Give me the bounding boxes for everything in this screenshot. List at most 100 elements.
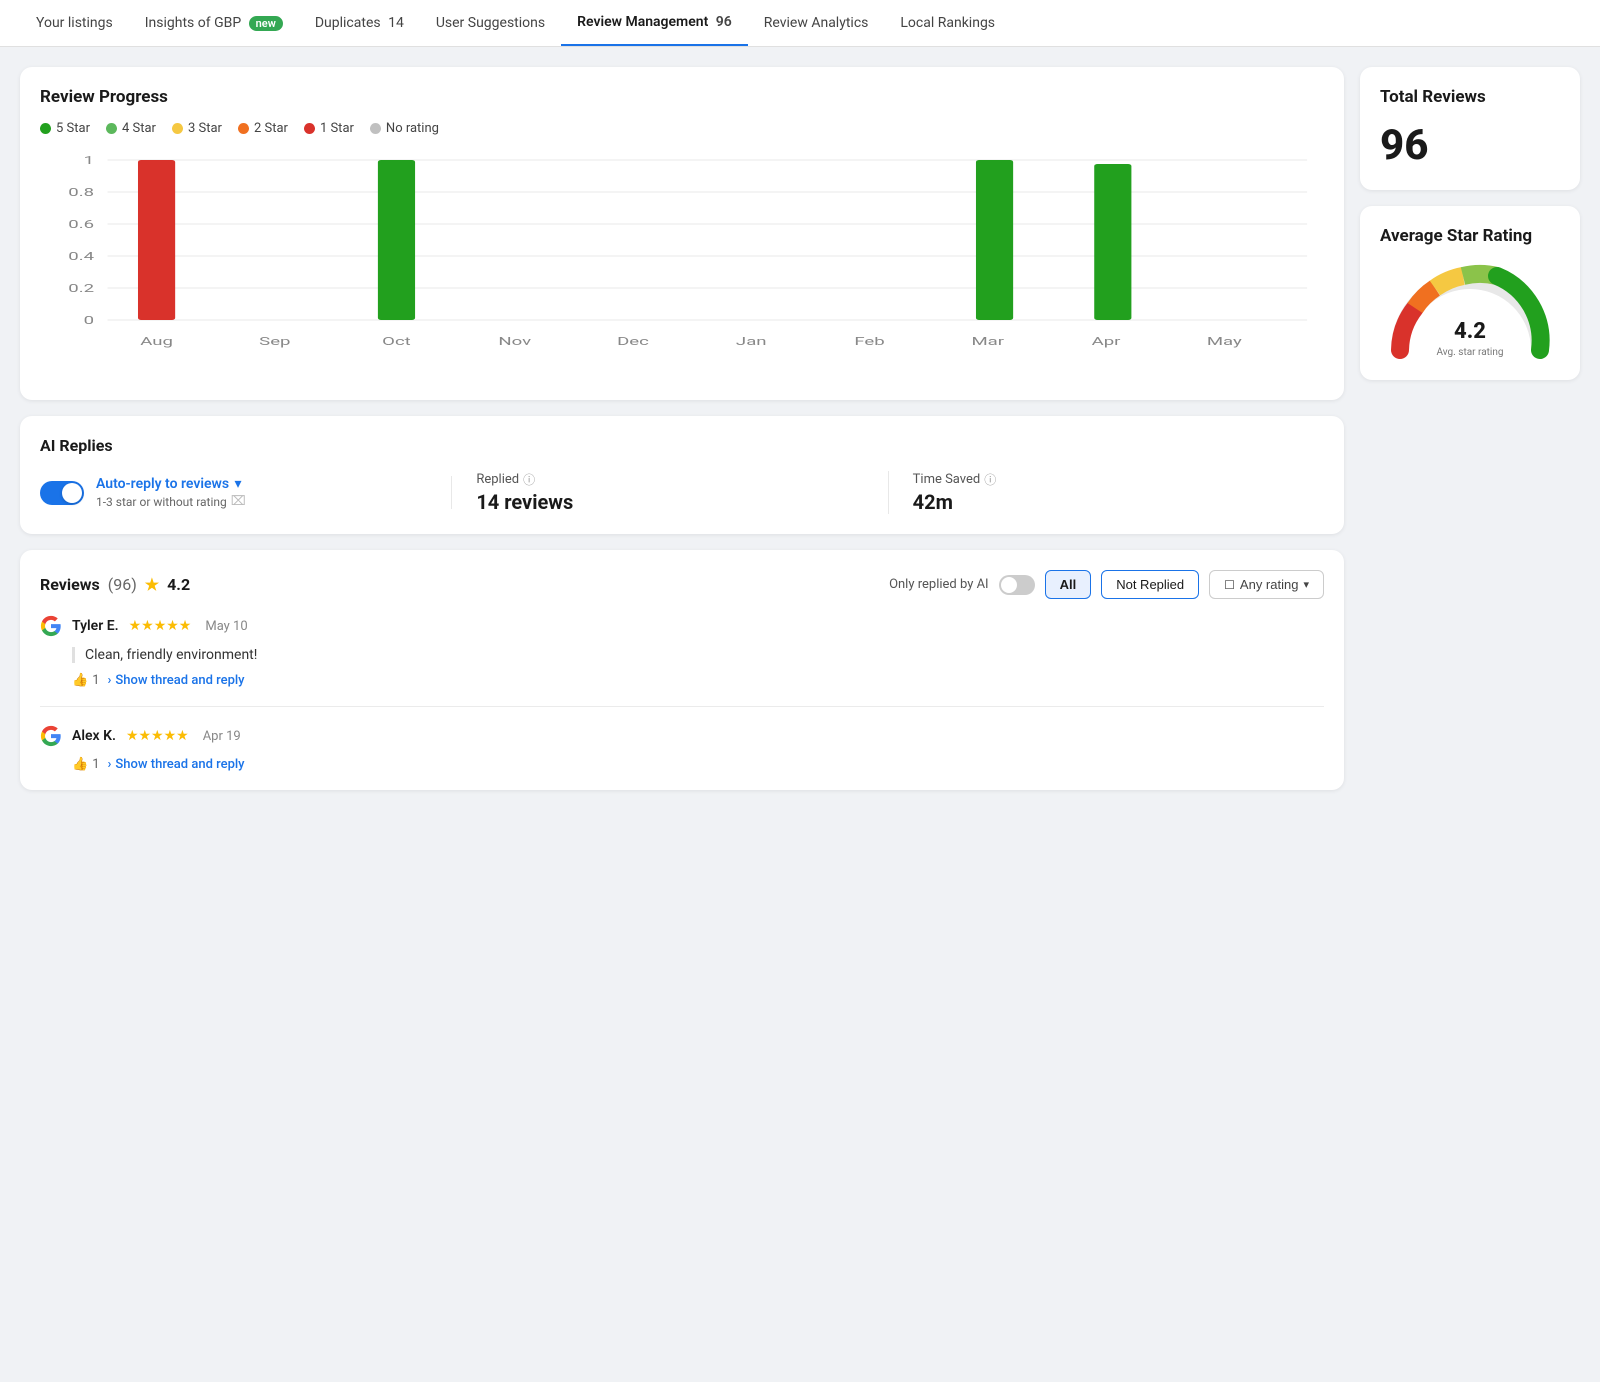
avg-star-rating-card: Average Star Rating 4.2 bbox=[1360, 206, 1580, 380]
nav-duplicates[interactable]: Duplicates 14 bbox=[299, 1, 420, 45]
thumb-count: 👍 1 bbox=[72, 757, 100, 772]
new-badge: new bbox=[249, 16, 283, 31]
chevron-down-icon: ▾ bbox=[235, 476, 242, 492]
dot-1star bbox=[304, 123, 315, 134]
thumbs-up-icon: 👍 bbox=[72, 757, 88, 772]
time-saved-info-icon[interactable]: ⓘ bbox=[984, 471, 996, 488]
svg-text:4.2: 4.2 bbox=[1454, 319, 1486, 344]
gauge-svg: 4.2 Avg. star rating bbox=[1385, 260, 1555, 360]
main-content: Review Progress 5 Star 4 Star 3 Star 2 S… bbox=[0, 47, 1600, 810]
thumb-count: 👍 1 bbox=[72, 673, 100, 688]
svg-text:Jan: Jan bbox=[736, 335, 767, 348]
time-saved-value: 42m bbox=[913, 490, 1300, 514]
legend-2star: 2 Star bbox=[238, 121, 288, 136]
nav-your-listings[interactable]: Your listings bbox=[20, 1, 129, 45]
only-ai-label: Only replied by AI bbox=[889, 577, 989, 592]
nav-review-analytics[interactable]: Review Analytics bbox=[748, 1, 885, 45]
ai-replies-card: AI Replies Auto-reply to reviews ▾ 1-3 s… bbox=[20, 416, 1344, 534]
legend-5star: 5 Star bbox=[40, 121, 90, 136]
ai-stats-row: Auto-reply to reviews ▾ 1-3 star or with… bbox=[40, 471, 1324, 514]
reviews-card: Reviews (96) ★ 4.2 Only replied by AI Al… bbox=[20, 550, 1344, 790]
review-actions: 👍 1 › Show thread and reply bbox=[72, 673, 1324, 688]
review-item: Tyler E. ★★★★★ May 10 Clean, friendly en… bbox=[40, 615, 1324, 706]
filter-rating-icon: ☐ bbox=[1224, 578, 1235, 592]
auto-reply-info: Auto-reply to reviews ▾ 1-3 star or with… bbox=[96, 476, 246, 509]
ai-toggle-section: Auto-reply to reviews ▾ 1-3 star or with… bbox=[40, 476, 452, 509]
svg-text:Sep: Sep bbox=[259, 335, 290, 348]
bar-aug bbox=[138, 160, 175, 320]
svg-text:Oct: Oct bbox=[382, 335, 411, 348]
total-reviews-value: 96 bbox=[1380, 121, 1560, 170]
svg-text:0: 0 bbox=[84, 314, 94, 327]
filter-any-rating-button[interactable]: ☐ Any rating ▾ bbox=[1209, 570, 1324, 599]
filter-not-replied-button[interactable]: Not Replied bbox=[1101, 570, 1199, 599]
google-icon bbox=[40, 615, 62, 637]
dot-2star bbox=[238, 123, 249, 134]
chevron-down-icon: ▾ bbox=[1303, 578, 1309, 591]
review-management-count: 96 bbox=[716, 14, 732, 30]
svg-text:0.6: 0.6 bbox=[68, 218, 94, 231]
dot-5star bbox=[40, 123, 51, 134]
nav-local-rankings[interactable]: Local Rankings bbox=[884, 1, 1011, 45]
auto-reply-toggle[interactable] bbox=[40, 481, 84, 505]
replied-stat: Replied ⓘ 14 reviews bbox=[452, 471, 888, 514]
review-item: Alex K. ★★★★★ Apr 19 👍 1 › Show thread a… bbox=[40, 706, 1324, 790]
nav-user-suggestions[interactable]: User Suggestions bbox=[420, 1, 561, 45]
review-progress-title: Review Progress bbox=[40, 87, 1324, 107]
reviews-filter-row: Only replied by AI All Not Replied ☐ Any… bbox=[889, 570, 1324, 599]
duplicates-count: 14 bbox=[388, 15, 404, 31]
review-date: May 10 bbox=[205, 619, 247, 634]
total-reviews-card: Total Reviews 96 bbox=[1360, 67, 1580, 190]
reviews-avg-rating: 4.2 bbox=[167, 575, 190, 594]
reviewer-row: Tyler E. ★★★★★ May 10 bbox=[40, 615, 1324, 637]
dot-norating bbox=[370, 123, 381, 134]
legend-3star: 3 Star bbox=[172, 121, 222, 136]
review-stars: ★★★★★ bbox=[126, 728, 189, 744]
chevron-right-icon: › bbox=[108, 673, 112, 688]
svg-text:0.4: 0.4 bbox=[68, 250, 94, 263]
review-stars: ★★★★★ bbox=[129, 618, 192, 634]
google-icon bbox=[40, 725, 62, 747]
dot-4star bbox=[106, 123, 117, 134]
svg-text:Aug: Aug bbox=[140, 335, 173, 348]
replied-info-icon[interactable]: ⓘ bbox=[523, 471, 535, 488]
bar-oct bbox=[378, 160, 415, 320]
gauge-container: 4.2 Avg. star rating bbox=[1380, 260, 1560, 360]
svg-text:Apr: Apr bbox=[1092, 335, 1121, 348]
review-text: Clean, friendly environment! bbox=[72, 647, 1324, 663]
svg-text:0.2: 0.2 bbox=[68, 282, 94, 295]
only-ai-toggle-knob bbox=[1001, 577, 1017, 593]
svg-text:Feb: Feb bbox=[854, 335, 884, 348]
reviews-count: (96) bbox=[108, 575, 137, 594]
svg-text:Dec: Dec bbox=[617, 335, 649, 348]
bar-mar bbox=[976, 160, 1013, 320]
review-date: Apr 19 bbox=[203, 729, 241, 744]
show-thread-button[interactable]: › Show thread and reply bbox=[108, 673, 245, 688]
chart-legend: 5 Star 4 Star 3 Star 2 Star 1 Star bbox=[40, 121, 1324, 136]
reviews-star-icon: ★ bbox=[145, 575, 159, 594]
feedback-icon: ⌧ bbox=[231, 494, 246, 509]
left-column: Review Progress 5 Star 4 Star 3 Star 2 S… bbox=[20, 67, 1344, 790]
chart-svg: 1 0.8 0.6 0.4 0.2 0 Aug Sep Oct bbox=[40, 150, 1324, 380]
total-reviews-title: Total Reviews bbox=[1380, 87, 1560, 107]
reviewer-name: Tyler E. bbox=[72, 618, 119, 634]
top-navigation: Your listings Insights of GBP new Duplic… bbox=[0, 0, 1600, 47]
time-saved-stat: Time Saved ⓘ 42m bbox=[889, 471, 1324, 514]
show-thread-button[interactable]: › Show thread and reply bbox=[108, 757, 245, 772]
review-progress-card: Review Progress 5 Star 4 Star 3 Star 2 S… bbox=[20, 67, 1344, 400]
svg-text:Avg. star rating: Avg. star rating bbox=[1436, 347, 1503, 358]
reviews-header: Reviews (96) ★ 4.2 Only replied by AI Al… bbox=[40, 570, 1324, 599]
ai-replies-title: AI Replies bbox=[40, 436, 1324, 455]
legend-1star: 1 Star bbox=[304, 121, 354, 136]
reviews-list: Tyler E. ★★★★★ May 10 Clean, friendly en… bbox=[40, 615, 1324, 790]
bar-apr bbox=[1094, 164, 1131, 320]
reviewer-name: Alex K. bbox=[72, 728, 116, 744]
filter-all-button[interactable]: All bbox=[1045, 570, 1092, 599]
svg-text:May: May bbox=[1207, 335, 1243, 348]
nav-insights-gbp[interactable]: Insights of GBP new bbox=[129, 1, 299, 45]
nav-review-management[interactable]: Review Management 96 bbox=[561, 0, 748, 46]
only-ai-toggle[interactable] bbox=[999, 575, 1035, 595]
auto-reply-label[interactable]: Auto-reply to reviews ▾ bbox=[96, 476, 246, 492]
right-column: Total Reviews 96 Average Star Rating bbox=[1360, 67, 1580, 790]
svg-text:Mar: Mar bbox=[971, 335, 1004, 348]
